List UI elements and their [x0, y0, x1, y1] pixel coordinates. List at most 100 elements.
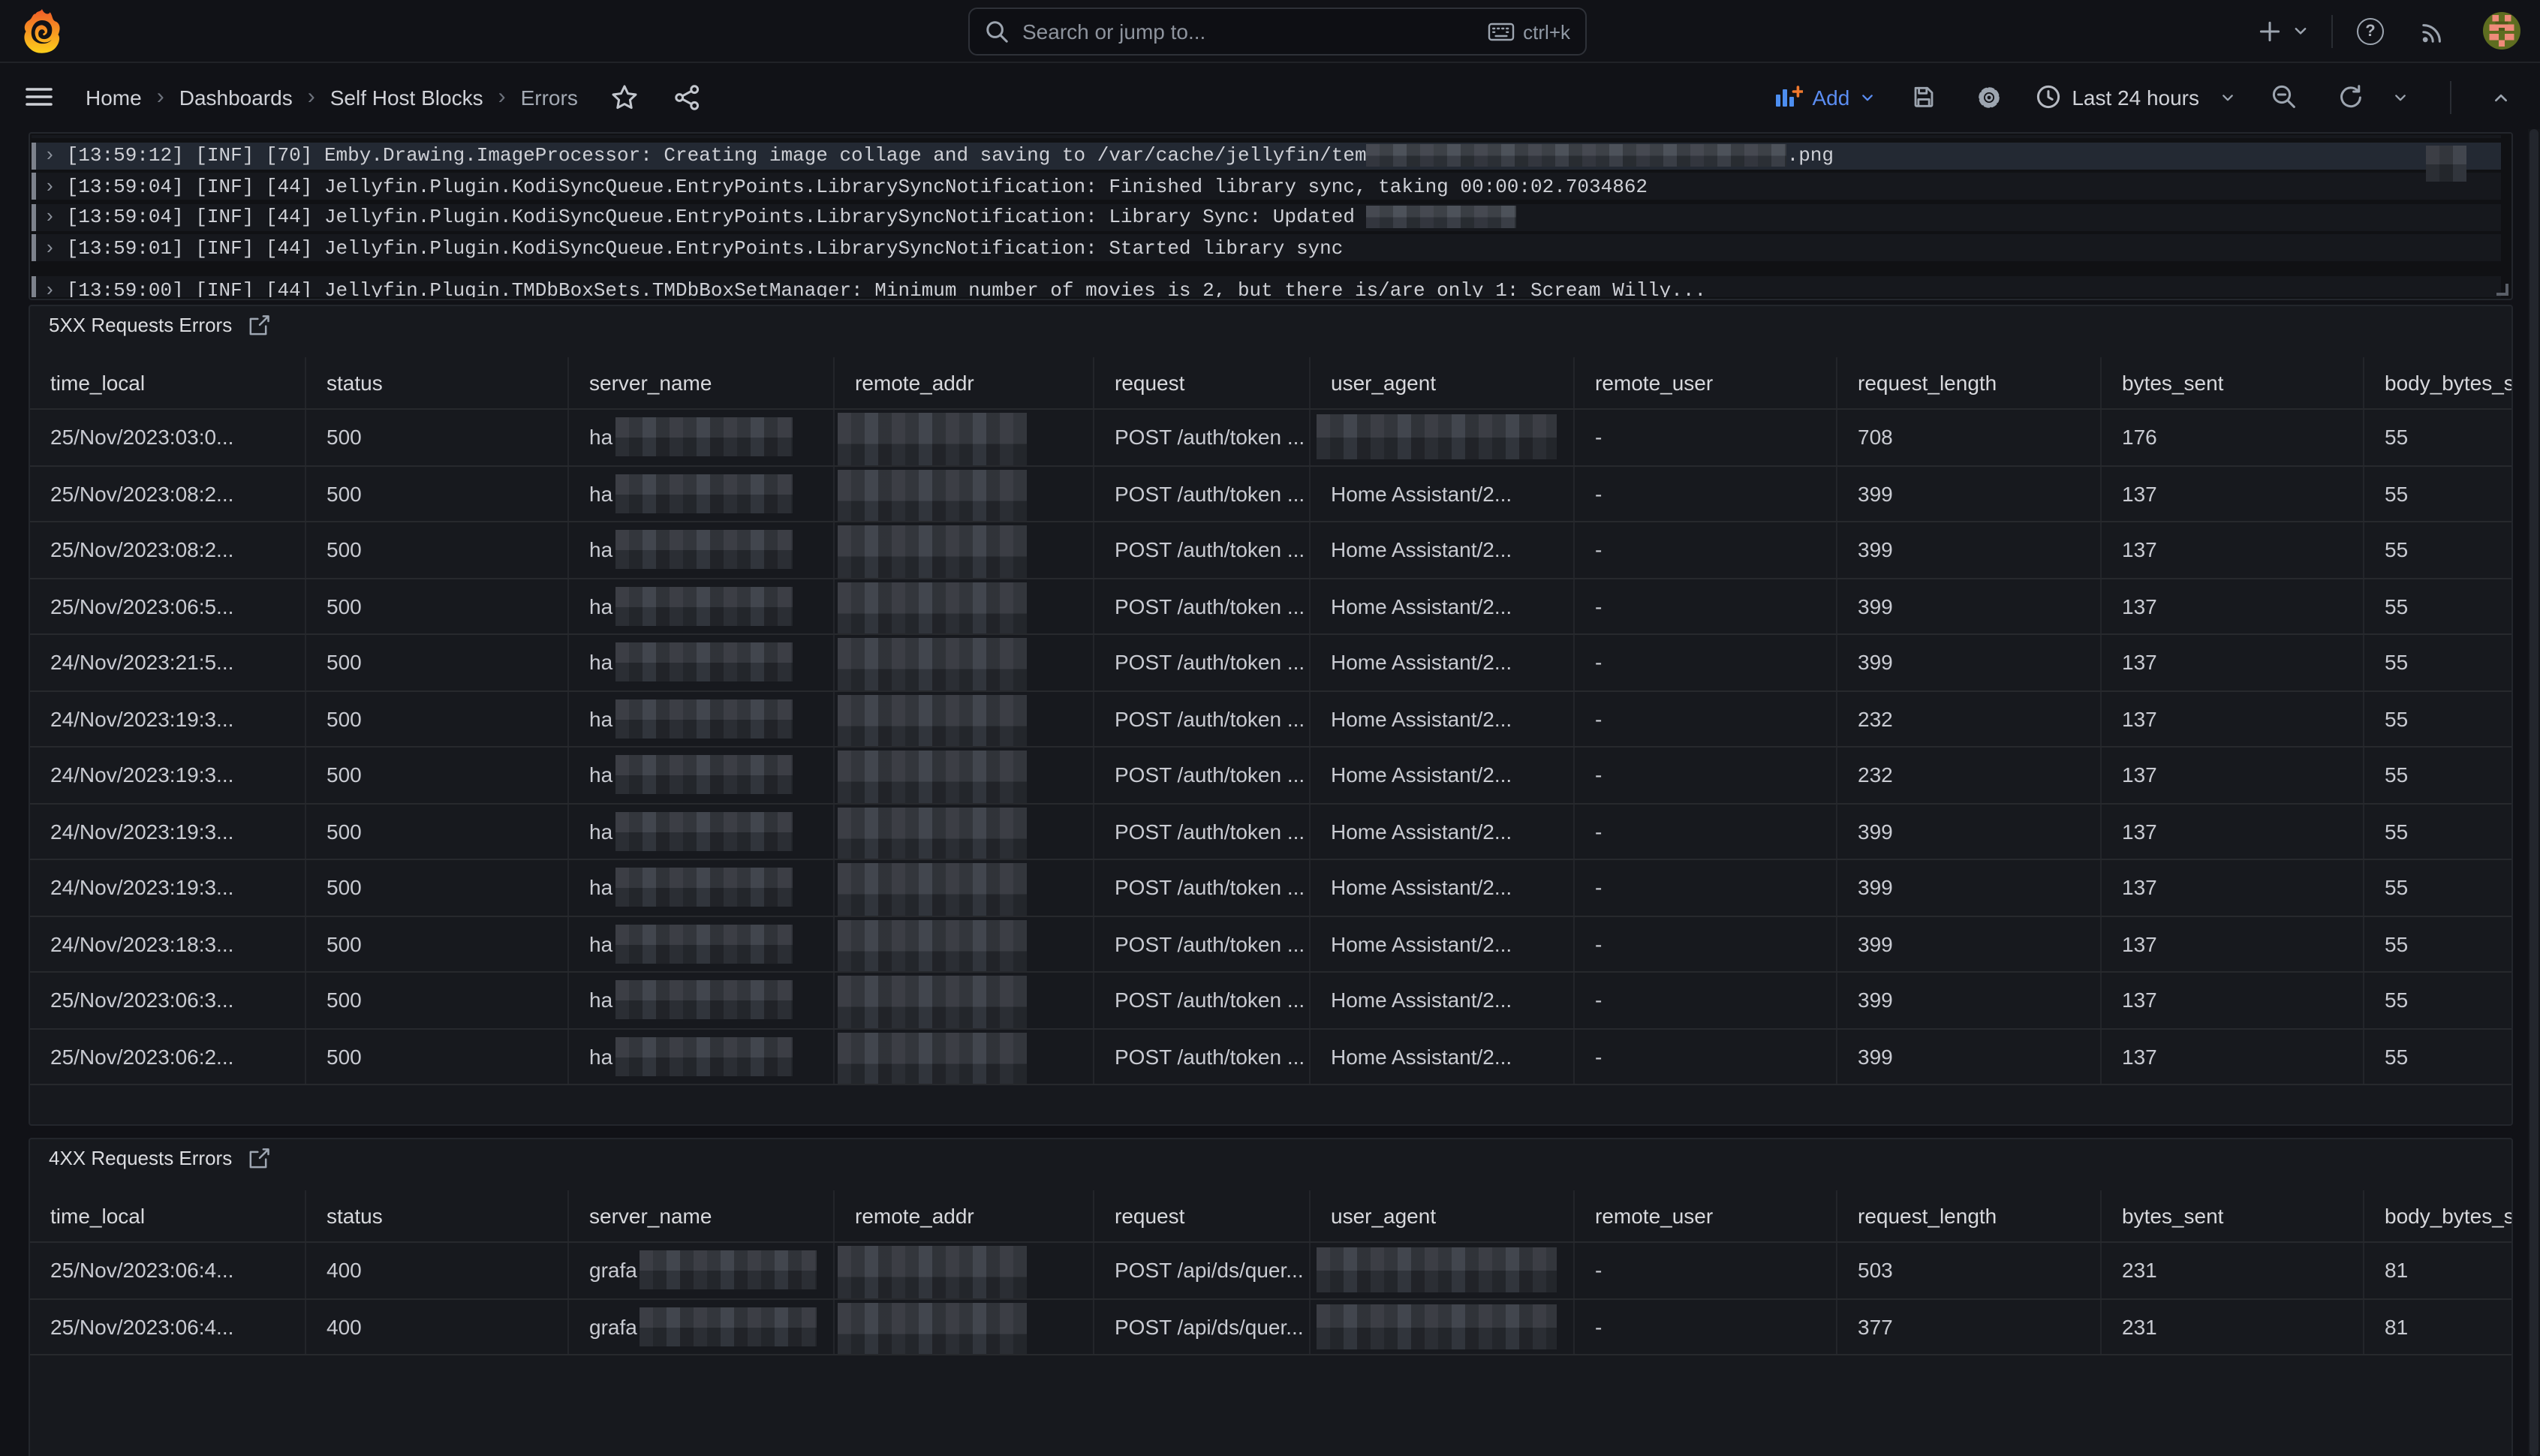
table-cell: 377 — [1837, 1299, 2101, 1354]
expand-chevron-icon[interactable]: › — [47, 204, 53, 227]
log-level-bar — [31, 203, 36, 230]
table-cell: POST /auth/token ... — [1094, 579, 1310, 633]
column-header[interactable]: body_bytes_sent — [2364, 357, 2511, 408]
cell-value: 55 — [2385, 988, 2408, 1012]
panel-resize-handle[interactable] — [2496, 283, 2508, 295]
redacted-blur — [1316, 415, 1556, 460]
table-row: 24/Nov/2023:19:3...500haPOST /auth/token… — [29, 691, 2511, 748]
breadcrumb-item[interactable]: Dashboards — [179, 85, 293, 109]
cell-value: 500 — [327, 426, 362, 450]
favorite-button[interactable] — [605, 76, 644, 118]
table-cell: 231 — [2101, 1243, 2364, 1298]
column-header[interactable]: bytes_sent — [2101, 357, 2364, 408]
column-header[interactable]: time_local — [29, 1190, 305, 1241]
table-cell: 55 — [2364, 916, 2511, 971]
external-link-icon[interactable] — [247, 313, 269, 335]
table-cell: 55 — [2364, 522, 2511, 577]
log-row[interactable]: ›[13:59:04] [INF] [44] Jellyfin.Plugin.K… — [31, 173, 2500, 200]
refresh-interval-dropdown[interactable] — [2381, 76, 2420, 118]
table-cell: 25/Nov/2023:08:2... — [29, 522, 305, 577]
table-cell: Home Assistant/2... — [1310, 635, 1574, 690]
column-header[interactable]: request_length — [1837, 1190, 2101, 1241]
column-header[interactable]: server_name — [568, 1190, 834, 1241]
chevron-down-icon — [2391, 88, 2409, 106]
expand-chevron-icon[interactable]: › — [47, 173, 53, 196]
table-cell — [1310, 1299, 1574, 1354]
refresh-button[interactable] — [2330, 76, 2369, 118]
dashboard-settings-button[interactable] — [1970, 76, 2009, 118]
panel-title[interactable]: 5XX Requests Errors — [49, 313, 232, 335]
expand-chevron-icon[interactable]: › — [47, 277, 53, 296]
table-cell: POST /auth/token ... — [1094, 973, 1310, 1027]
column-header[interactable]: server_name — [568, 357, 834, 408]
collapse-toolbar-button[interactable] — [2481, 76, 2520, 118]
column-header[interactable]: status — [305, 1190, 568, 1241]
cell-value: 25/Nov/2023:06:2... — [50, 1045, 233, 1069]
column-header[interactable]: user_agent — [1310, 1190, 1574, 1241]
time-range-picker[interactable]: Last 24 hours — [2036, 84, 2237, 110]
refresh-button-group — [2330, 76, 2420, 118]
panel-header[interactable]: 5XX Requests Errors — [49, 312, 269, 336]
column-header[interactable]: remote_addr — [834, 1190, 1094, 1241]
panel-title[interactable]: 4XX Requests Errors — [49, 1146, 232, 1169]
table-cell: 55 — [2364, 860, 2511, 915]
grafana-logo-icon[interactable] — [23, 8, 62, 53]
log-row[interactable]: ›[13:59:00] [INF] [44] Jellyfin.Plugin.T… — [31, 276, 2500, 296]
cell-value: Home Assistant/2... — [1331, 1045, 1512, 1069]
expand-chevron-icon[interactable]: › — [47, 235, 53, 257]
save-dashboard-button[interactable] — [1903, 76, 1943, 118]
cell-value: 137 — [2122, 1045, 2157, 1069]
log-row[interactable]: ›[13:59:12] [INF] [70] Emby.Drawing.Imag… — [31, 142, 2500, 169]
add-panel-button[interactable]: Add — [1774, 85, 1876, 109]
table-cell: ha — [568, 804, 834, 859]
table-row: 25/Nov/2023:06:2...500haPOST /auth/token… — [29, 1029, 2511, 1085]
page-scrollbar[interactable] — [2528, 129, 2540, 1456]
column-header[interactable]: remote_addr — [834, 357, 1094, 408]
cell-value: - — [1595, 538, 1602, 562]
help-button[interactable]: ? — [2351, 10, 2390, 52]
cell-value: 25/Nov/2023:08:2... — [50, 538, 233, 562]
new-button[interactable] — [2258, 19, 2310, 43]
refresh-icon — [2337, 84, 2362, 110]
external-link-icon[interactable] — [247, 1146, 269, 1169]
keyboard-icon — [1487, 20, 1514, 44]
news-button[interactable] — [2414, 10, 2453, 52]
expand-chevron-icon[interactable]: › — [47, 143, 53, 165]
cell-value: ha — [589, 932, 612, 956]
table-cell: 81 — [2364, 1299, 2511, 1354]
column-header[interactable]: request — [1094, 357, 1310, 408]
column-header[interactable]: body_bytes_sent — [2364, 1190, 2511, 1241]
log-row[interactable]: ›[13:59:01] [INF] [44] Jellyfin.Plugin.K… — [31, 234, 2500, 261]
table-cell: - — [1574, 410, 1837, 465]
avatar[interactable] — [2483, 12, 2520, 50]
table-cell: POST /auth/token ... — [1094, 1029, 1310, 1084]
cell-value: 500 — [327, 763, 362, 787]
redacted-blur — [837, 1303, 1026, 1355]
table-cell: Home Assistant/2... — [1310, 748, 1574, 802]
search-input[interactable]: Search or jump to... ctrl+k — [968, 8, 1587, 56]
breadcrumb-item[interactable]: Self Host Blocks — [330, 85, 483, 109]
zoom-out-time-button[interactable] — [2264, 76, 2303, 118]
panel-header[interactable]: 4XX Requests Errors — [49, 1145, 269, 1169]
table-cell — [834, 635, 1094, 690]
share-button[interactable] — [668, 76, 707, 118]
column-header[interactable]: request_length — [1837, 357, 2101, 408]
column-header[interactable]: bytes_sent — [2101, 1190, 2364, 1241]
log-row[interactable]: ›[13:59:04] [INF] [44] Jellyfin.Plugin.K… — [31, 203, 2500, 230]
scrollbar-thumb[interactable] — [2529, 129, 2538, 1456]
column-header[interactable]: remote_user — [1574, 1190, 1837, 1241]
chevron-down-icon — [2219, 88, 2237, 106]
column-header[interactable]: user_agent — [1310, 357, 1574, 408]
table-cell: 55 — [2364, 466, 2511, 521]
column-header[interactable]: time_local — [29, 357, 305, 408]
breadcrumb-item[interactable]: Home — [86, 85, 142, 109]
column-header[interactable]: request — [1094, 1190, 1310, 1241]
column-header[interactable]: status — [305, 357, 568, 408]
menu-toggle-button[interactable] — [20, 76, 59, 118]
zoom-out-icon — [2271, 84, 2296, 110]
table-cell: 24/Nov/2023:18:3... — [29, 916, 305, 971]
column-header[interactable]: remote_user — [1574, 357, 1837, 408]
log-row[interactable]: ›[13:59:13] [INF] [70] Emby.Drawing.Imag… — [31, 134, 2500, 138]
table-cell: 399 — [1837, 1029, 2101, 1084]
help-icon: ? — [2357, 17, 2384, 44]
